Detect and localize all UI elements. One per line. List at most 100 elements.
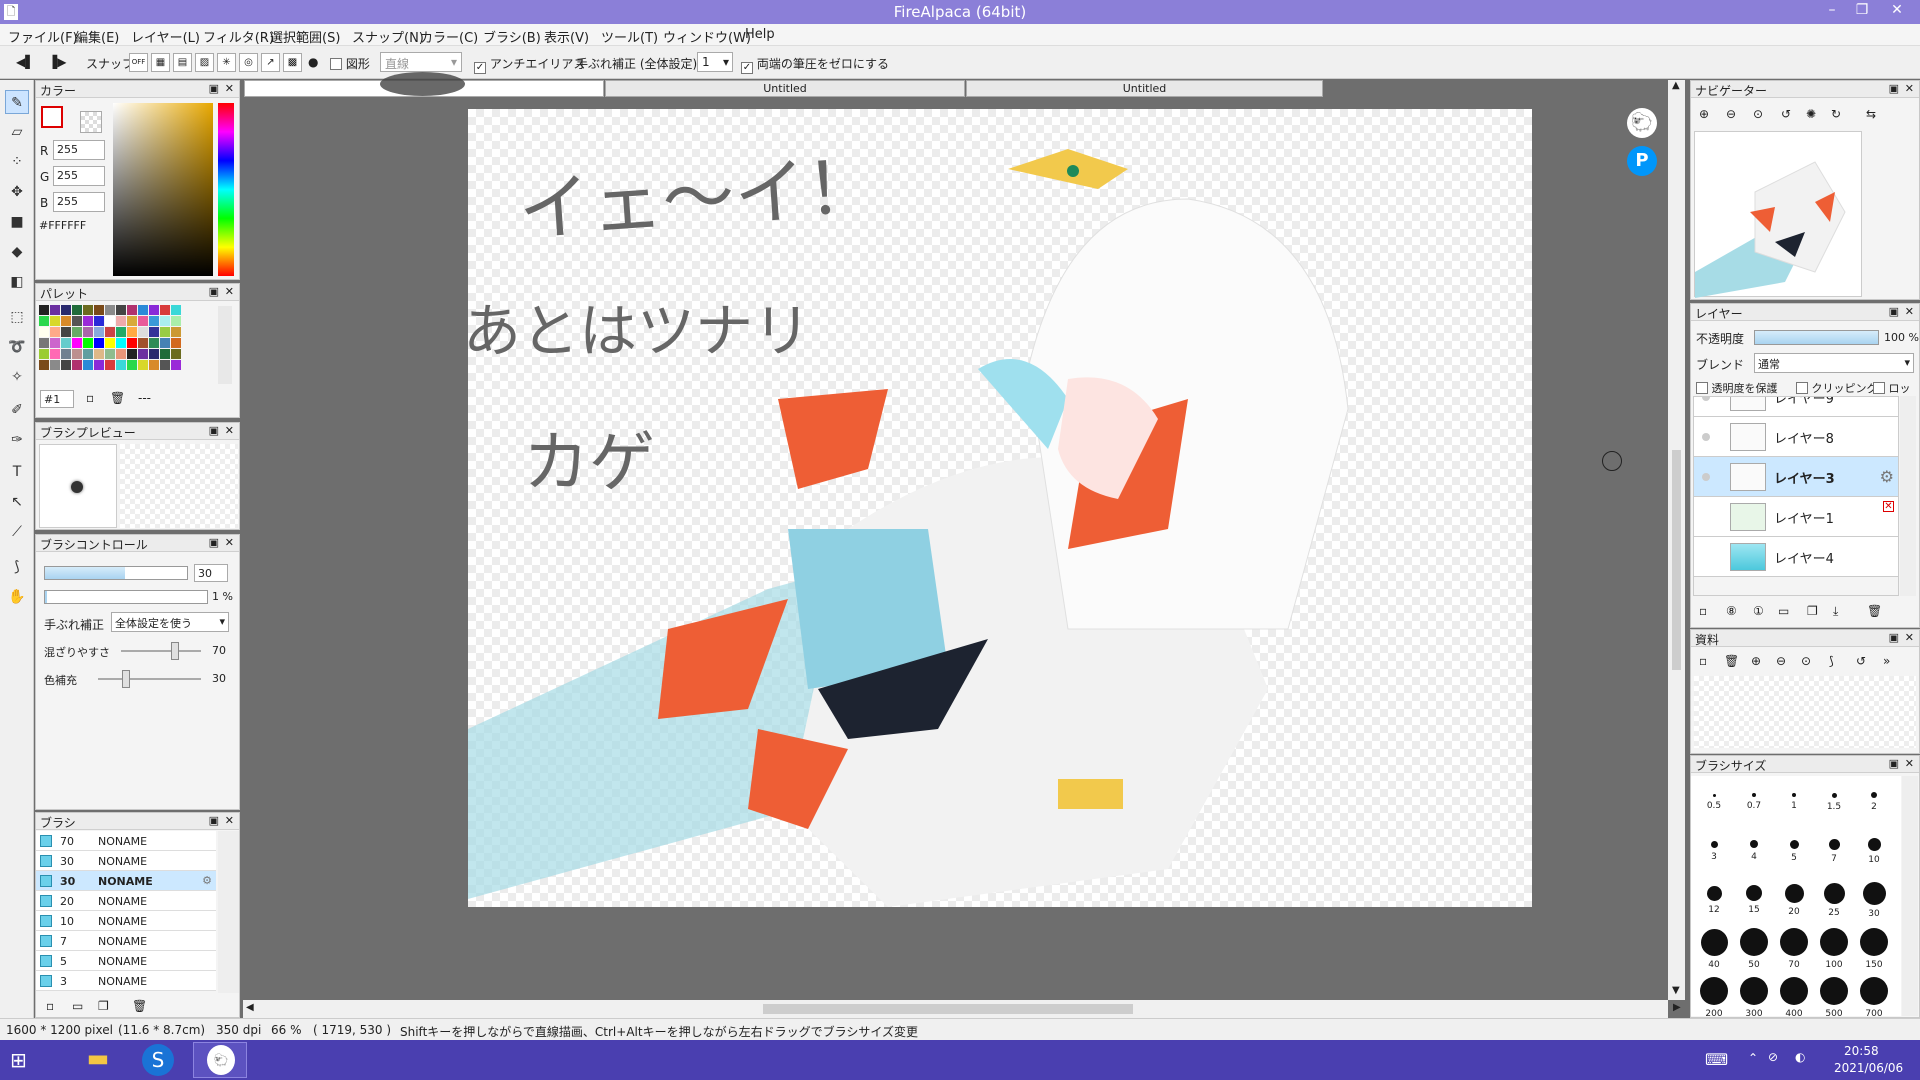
palette-swatch[interactable]: [127, 305, 137, 315]
more-icon[interactable]: »: [1883, 654, 1890, 668]
new-1bit-layer-icon[interactable]: ①: [1753, 604, 1764, 618]
brush-size-option[interactable]: 30: [1854, 878, 1894, 924]
menu-help[interactable]: Help: [745, 27, 775, 42]
eyedropper-icon[interactable]: ⟆: [5, 555, 29, 579]
layer-opacity-slider[interactable]: [1754, 330, 1879, 345]
palette-swatch[interactable]: [72, 349, 82, 359]
menu-window[interactable]: ウィンドウ(W): [663, 27, 751, 46]
close-icon[interactable]: ✕: [225, 82, 234, 95]
palette-swatch[interactable]: [116, 316, 126, 326]
zoom-in-icon[interactable]: ⊕: [1699, 107, 1709, 121]
lasso-tool-icon[interactable]: ➰: [5, 335, 29, 359]
brush-size-option[interactable]: 0.7: [1734, 780, 1774, 826]
layer-row[interactable]: レイヤー9: [1694, 397, 1898, 417]
browser-icon[interactable]: S: [142, 1044, 174, 1076]
brush-size-option[interactable]: 25: [1814, 878, 1854, 924]
select-pen-icon[interactable]: ✐: [5, 398, 29, 422]
text-tool-icon[interactable]: T: [5, 460, 29, 484]
folder-icon[interactable]: ▭: [1778, 604, 1789, 618]
palette-swatch[interactable]: [105, 305, 115, 315]
palette-grid[interactable]: [39, 305, 211, 383]
float-icon[interactable]: ▣: [1889, 305, 1899, 318]
palette-swatch[interactable]: [72, 360, 82, 370]
palette-swatch[interactable]: [138, 305, 148, 315]
brush-size-option[interactable]: 1.5: [1814, 780, 1854, 826]
palette-swatch[interactable]: [50, 316, 60, 326]
close-icon[interactable]: ✕: [225, 536, 234, 549]
float-icon[interactable]: ▣: [209, 285, 219, 298]
brush-size-option[interactable]: 200: [1694, 976, 1734, 1022]
merge-icon[interactable]: ⤓: [1833, 604, 1838, 619]
palette-swatch[interactable]: [138, 349, 148, 359]
zoom-reset-icon[interactable]: ⊙: [1753, 107, 1763, 121]
eraser-tool-icon[interactable]: ▱: [5, 120, 29, 144]
tab-untitled-1[interactable]: Untitled: [605, 80, 965, 97]
snap-perspective-icon[interactable]: ▩: [283, 53, 302, 72]
brush-size-option[interactable]: 4: [1734, 829, 1774, 875]
palette-swatch[interactable]: [116, 338, 126, 348]
brush-item[interactable]: 5 NONAME: [36, 951, 216, 971]
palette-swatch[interactable]: [127, 327, 137, 337]
stabilizer-select[interactable]: 1 ▾: [697, 52, 733, 72]
menu-selection[interactable]: 選択範囲(S): [270, 27, 340, 46]
close-icon[interactable]: ✕: [1905, 82, 1914, 95]
new-material-icon[interactable]: ▫: [1699, 654, 1707, 668]
palette-swatch[interactable]: [61, 316, 71, 326]
palette-swatch[interactable]: [72, 305, 82, 315]
folder-icon[interactable]: ▭: [72, 999, 83, 1013]
float-icon[interactable]: ▣: [1889, 82, 1899, 95]
b-input[interactable]: 255: [53, 192, 105, 212]
ime-icon[interactable]: ◐: [1795, 1050, 1805, 1064]
brush-size-option[interactable]: 700: [1854, 976, 1894, 1022]
palette-swatch[interactable]: [105, 316, 115, 326]
snap-radial-icon[interactable]: ✳: [217, 53, 236, 72]
palette-swatch[interactable]: [138, 316, 148, 326]
palette-swatch[interactable]: [39, 338, 49, 348]
visibility-icon[interactable]: [1702, 397, 1710, 401]
menu-tool[interactable]: ツール(T): [601, 27, 658, 46]
brush-size-option[interactable]: 70: [1774, 927, 1814, 973]
layer-row[interactable]: レイヤー1 ✕: [1694, 497, 1898, 537]
brush-item[interactable]: 7 NONAME: [36, 931, 216, 951]
shape-select[interactable]: 直線 ▾: [380, 52, 462, 72]
snap-cross-icon[interactable]: ▤: [173, 53, 192, 72]
clipping-checkbox[interactable]: [1796, 382, 1808, 394]
palette-swatch[interactable]: [61, 360, 71, 370]
brush-size-option[interactable]: 0.5: [1694, 780, 1734, 826]
vertical-scrollbar[interactable]: ▲ ▼: [1668, 80, 1685, 1000]
palette-swatch[interactable]: [61, 327, 71, 337]
rotate-right-icon[interactable]: ↻: [1831, 107, 1841, 121]
brush-size-option[interactable]: 7: [1814, 829, 1854, 875]
brush-item[interactable]: 10 NONAME: [36, 911, 216, 931]
palette-swatch[interactable]: [83, 360, 93, 370]
brush-item[interactable]: 70 NONAME: [36, 831, 216, 851]
menu-filter[interactable]: フィルタ(R): [203, 27, 274, 46]
g-input[interactable]: 255: [53, 166, 105, 186]
palette-swatch[interactable]: [61, 305, 71, 315]
rotate-icon[interactable]: ↺: [1856, 654, 1866, 668]
float-icon[interactable]: ▣: [209, 536, 219, 549]
select-tool-icon[interactable]: ⬚: [5, 305, 29, 329]
zoom-in-icon[interactable]: ⊕: [1751, 654, 1761, 668]
flip-icon[interactable]: ⇆: [1866, 107, 1876, 121]
palette-swatch[interactable]: [83, 338, 93, 348]
brush-size-option[interactable]: 5: [1774, 829, 1814, 875]
brush-item[interactable]: 20 NONAME: [36, 891, 216, 911]
brush-size-option[interactable]: 15: [1734, 878, 1774, 924]
visibility-icon[interactable]: [1702, 433, 1710, 441]
palette-swatch[interactable]: [160, 349, 170, 359]
keyboard-icon[interactable]: ⌨: [1705, 1050, 1728, 1069]
duplicate-icon[interactable]: ❐: [1807, 604, 1818, 618]
palette-swatch[interactable]: [171, 327, 181, 337]
brush-item[interactable]: 3 NONAME: [36, 971, 216, 991]
palette-swatch[interactable]: [171, 349, 181, 359]
palette-swatch[interactable]: [39, 349, 49, 359]
palette-swatch[interactable]: [94, 360, 104, 370]
float-icon[interactable]: ▣: [209, 814, 219, 827]
brush-size-option[interactable]: 12: [1694, 878, 1734, 924]
zoom-out-icon[interactable]: ⊖: [1726, 107, 1736, 121]
palette-swatch[interactable]: [39, 305, 49, 315]
palette-swatch[interactable]: [72, 316, 82, 326]
brush-size-scrollbar[interactable]: [1902, 776, 1918, 1016]
brush-size-value[interactable]: 30: [194, 564, 228, 582]
